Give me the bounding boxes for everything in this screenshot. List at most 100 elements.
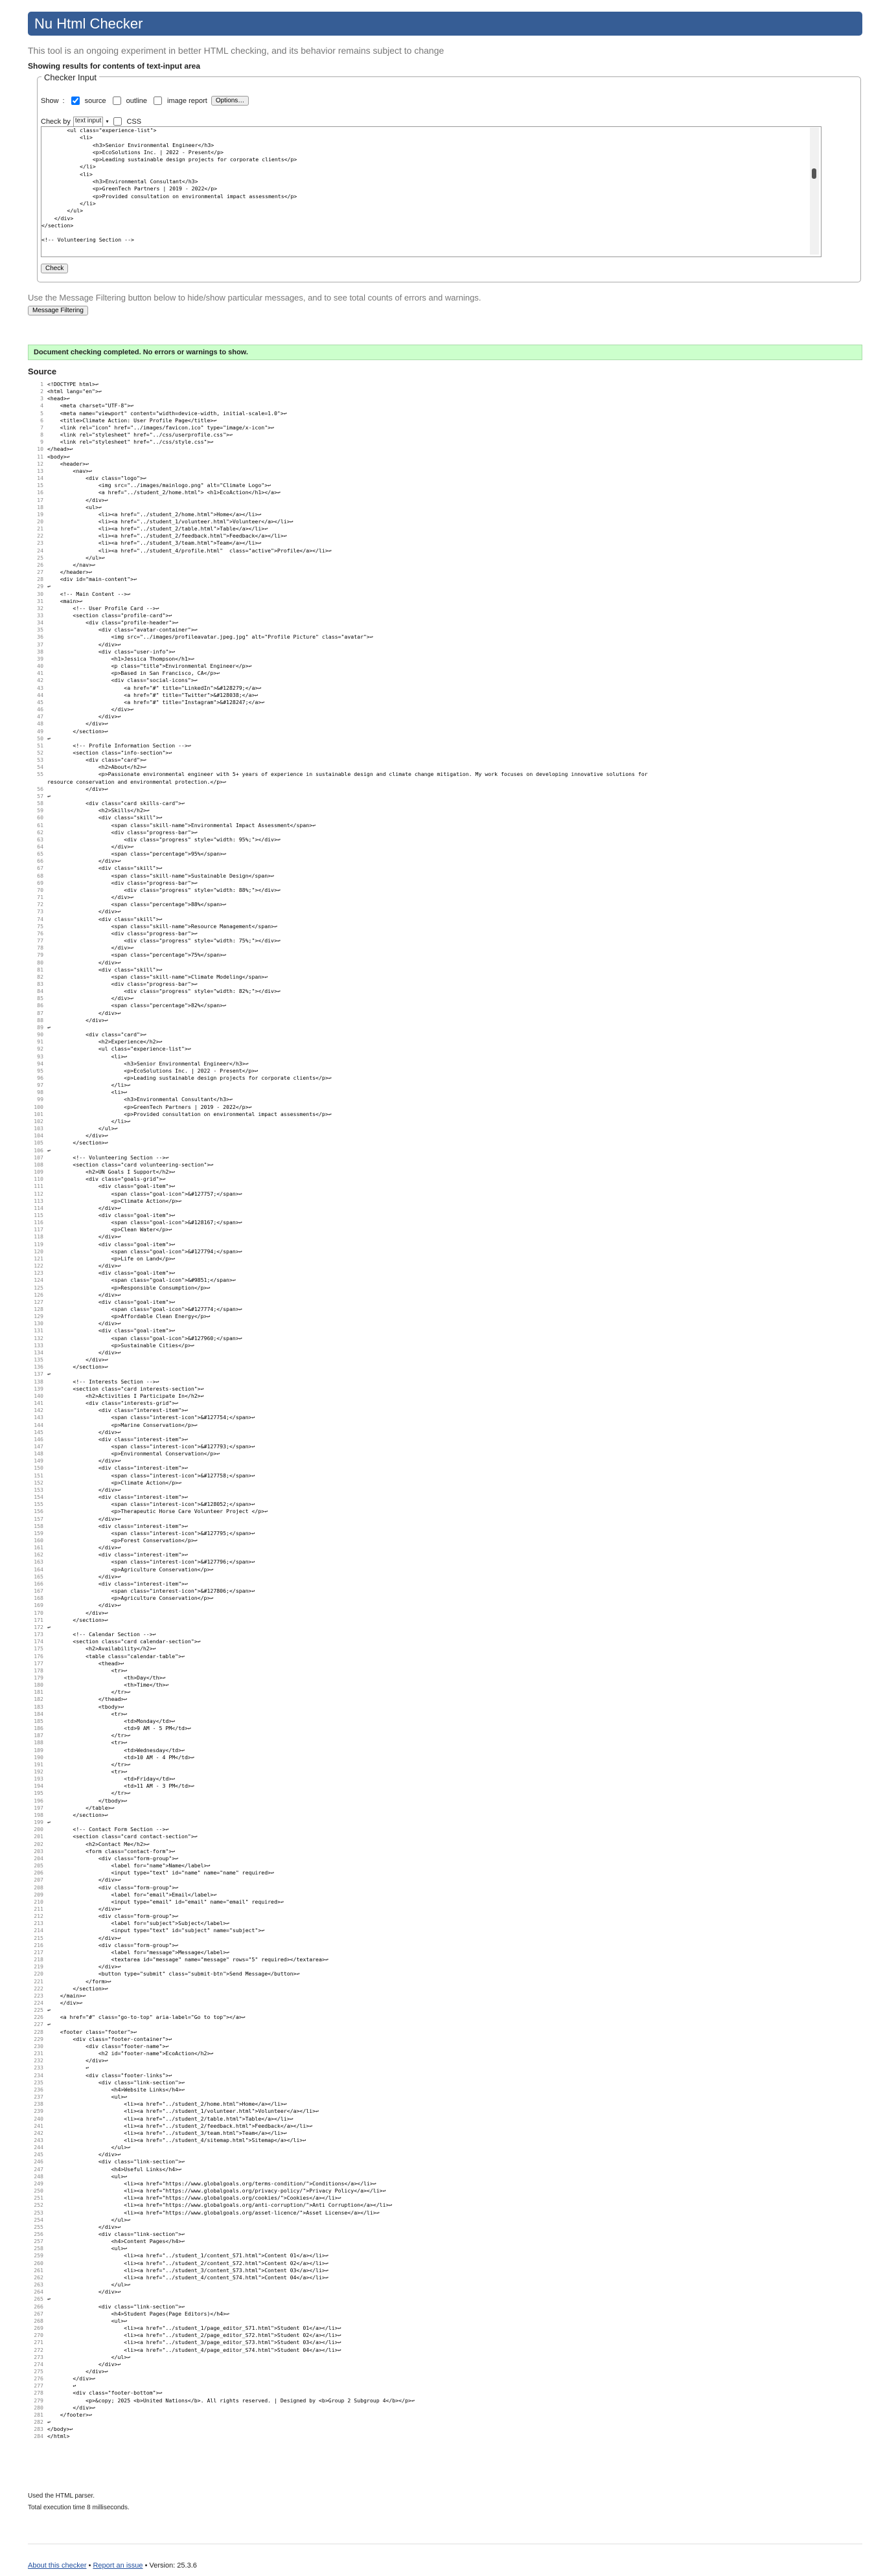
message-filtering-button[interactable]: Message Filtering	[28, 306, 88, 315]
line-number: 18	[37, 503, 43, 510]
source-line: 142 <div class="interest-item">↩	[28, 1407, 862, 1414]
line-number: 150	[34, 1465, 43, 1472]
source-line: 228 <footer class="footer">↩	[28, 2029, 862, 2036]
source-line: 55 <p>Passionate environmental engineer …	[28, 771, 862, 778]
source-line: 250 <li><a href="https://www.globalgoals…	[28, 2187, 862, 2194]
line-text: </section>↩	[47, 1811, 108, 1818]
options-button[interactable]: Options…	[211, 96, 249, 106]
source-line: 182 </thead>↩	[28, 1696, 862, 1703]
source-line: 129 <p>Affordable Clean Energy</p>↩	[28, 1313, 862, 1320]
line-text: <span class="goal-icon">&#127960;</span>…	[47, 1334, 242, 1341]
line-text: <div class="interest-item">↩	[47, 1551, 188, 1558]
source-line: 105 </section>↩	[28, 1139, 862, 1146]
source-line: 103 </ul>↩	[28, 1125, 862, 1132]
source-line: 134 </div>↩	[28, 1349, 862, 1356]
source-line: 218 <textarea id="message" name="message…	[28, 1956, 862, 1963]
line-number: 59	[37, 807, 43, 814]
line-number: 29	[37, 583, 43, 590]
source-textarea[interactable]: <ul class="experience-list"> <li> <h3>Se…	[41, 126, 822, 257]
line-number: 84	[37, 988, 43, 995]
line-number: 57	[37, 792, 43, 799]
line-text: <h4>Useful Links</h4>↩	[47, 2165, 182, 2172]
source-line: 269 <li><a href="../student_1/page_edito…	[28, 2325, 862, 2332]
source-line: 32 <!-- User Profile Card -->↩	[28, 605, 862, 612]
source-line: 16 <a href="../student_2/home.html"> <h1…	[28, 489, 862, 496]
textarea-scrollbar[interactable]	[810, 128, 819, 255]
line-number: 17	[37, 496, 43, 503]
about-link[interactable]: About this checker	[28, 2562, 87, 2570]
line-number: 163	[34, 1558, 43, 1566]
show-source-checkbox[interactable]	[71, 97, 80, 105]
source-line: 181 </tr>↩	[28, 1689, 862, 1696]
source-line: 155 <span class="interest-icon">&#128052…	[28, 1501, 862, 1508]
line-number: 41	[37, 670, 43, 677]
line-number: 47	[37, 713, 43, 720]
line-text: </div>↩	[47, 1486, 121, 1493]
line-number: 121	[34, 1255, 43, 1262]
line-text: <span class="interest-icon">&#127793;</s…	[47, 1442, 255, 1450]
line-text: </section>↩	[47, 727, 108, 735]
line-text: <head>↩	[47, 395, 70, 402]
scrollbar-thumb[interactable]	[812, 168, 816, 179]
css-checkbox[interactable]	[113, 117, 122, 126]
line-number: 254	[34, 2216, 43, 2223]
line-text: </div>↩	[47, 2057, 108, 2064]
line-text: </div>↩	[47, 1233, 121, 1240]
line-number: 109	[34, 1168, 43, 1176]
line-number: 97	[37, 1082, 43, 1089]
line-text: <form class="contact-form">↩	[47, 1847, 176, 1854]
line-number: 20	[37, 518, 43, 525]
line-text: <li><a href="../student_3/team.html">Tea…	[47, 540, 262, 547]
line-number: 223	[34, 1992, 43, 1999]
source-line: 90 <div class="card">↩	[28, 1031, 862, 1038]
line-text: <label for="subject">Subject</label>↩	[47, 1920, 229, 1927]
source-line: 213 <label for="subject">Subject</label>…	[28, 1920, 862, 1927]
source-line: 277 ↩	[28, 2382, 862, 2389]
report-issue-link[interactable]: Report an issue	[93, 2562, 143, 2570]
source-line: 137 ↩	[28, 1371, 862, 1378]
line-text: <span class="goal-icon">&#128167;</span>…	[47, 1219, 242, 1226]
line-text: <div class="link-section">↩	[47, 2158, 185, 2165]
line-text: <nav>↩	[47, 467, 93, 474]
line-text: <div class="skill">↩	[47, 915, 163, 922]
line-text: ↩	[47, 1623, 51, 1630]
source-line: 14 <div class="logo">↩	[28, 475, 862, 482]
source-line: 173 <!-- Calendar Section -->↩	[28, 1631, 862, 1638]
show-outline-checkbox[interactable]	[112, 97, 121, 105]
line-number: 264	[34, 2288, 43, 2296]
line-number: 32	[37, 604, 43, 611]
line-number: 242	[34, 2129, 43, 2136]
source-line: 265 ↩	[28, 2296, 862, 2303]
check-button[interactable]: Check	[41, 264, 69, 273]
source-line: 234 <div class="footer-links">↩	[28, 2072, 862, 2079]
line-number: 178	[34, 1667, 43, 1674]
line-number: 210	[34, 1898, 43, 1905]
source-line: 200 <!-- Contact Form Section -->↩	[28, 1826, 862, 1833]
source-line: 77 <div class="progress" style="width: 7…	[28, 937, 862, 944]
source-line: 8 <link rel="stylesheet" href="../css/us…	[28, 431, 862, 439]
source-line: 11 <body>↩	[28, 453, 862, 461]
source-line: 7 <link rel="icon" href="../images/favic…	[28, 424, 862, 431]
line-text: <div class="goal-item">↩	[47, 1298, 176, 1305]
source-line: 123 <div class="goal-item">↩	[28, 1270, 862, 1277]
check-by-select[interactable]: text input	[73, 116, 104, 127]
show-image-report-checkbox[interactable]	[154, 97, 163, 105]
line-number: 91	[37, 1038, 43, 1045]
line-number: 33	[37, 612, 43, 619]
line-number: 274	[34, 2360, 43, 2367]
source-line: 204 <div class="form-group">↩	[28, 1855, 862, 1862]
line-text: <p>Life on Land</p>↩	[47, 1255, 176, 1262]
line-text: </div>↩	[47, 2151, 121, 2158]
line-number: 135	[34, 1356, 43, 1363]
line-text: </div>↩	[47, 2223, 121, 2230]
source-line: 220 <button type="submit" class="submit-…	[28, 1970, 862, 1978]
line-text: <img src="../images/mainlogo.png" alt="C…	[47, 482, 271, 489]
line-text: </div>↩	[47, 1573, 121, 1580]
line-number: 146	[34, 1435, 43, 1442]
line-number: 204	[34, 1854, 43, 1862]
source-line: 199 ↩	[28, 1819, 862, 1826]
line-text: <div class="progress" style="width: 82%;…	[47, 988, 281, 995]
line-number: 156	[34, 1508, 43, 1515]
source-line: 69 <div class="progress-bar">↩	[28, 880, 862, 887]
source-line: 197 </table>↩	[28, 1805, 862, 1812]
